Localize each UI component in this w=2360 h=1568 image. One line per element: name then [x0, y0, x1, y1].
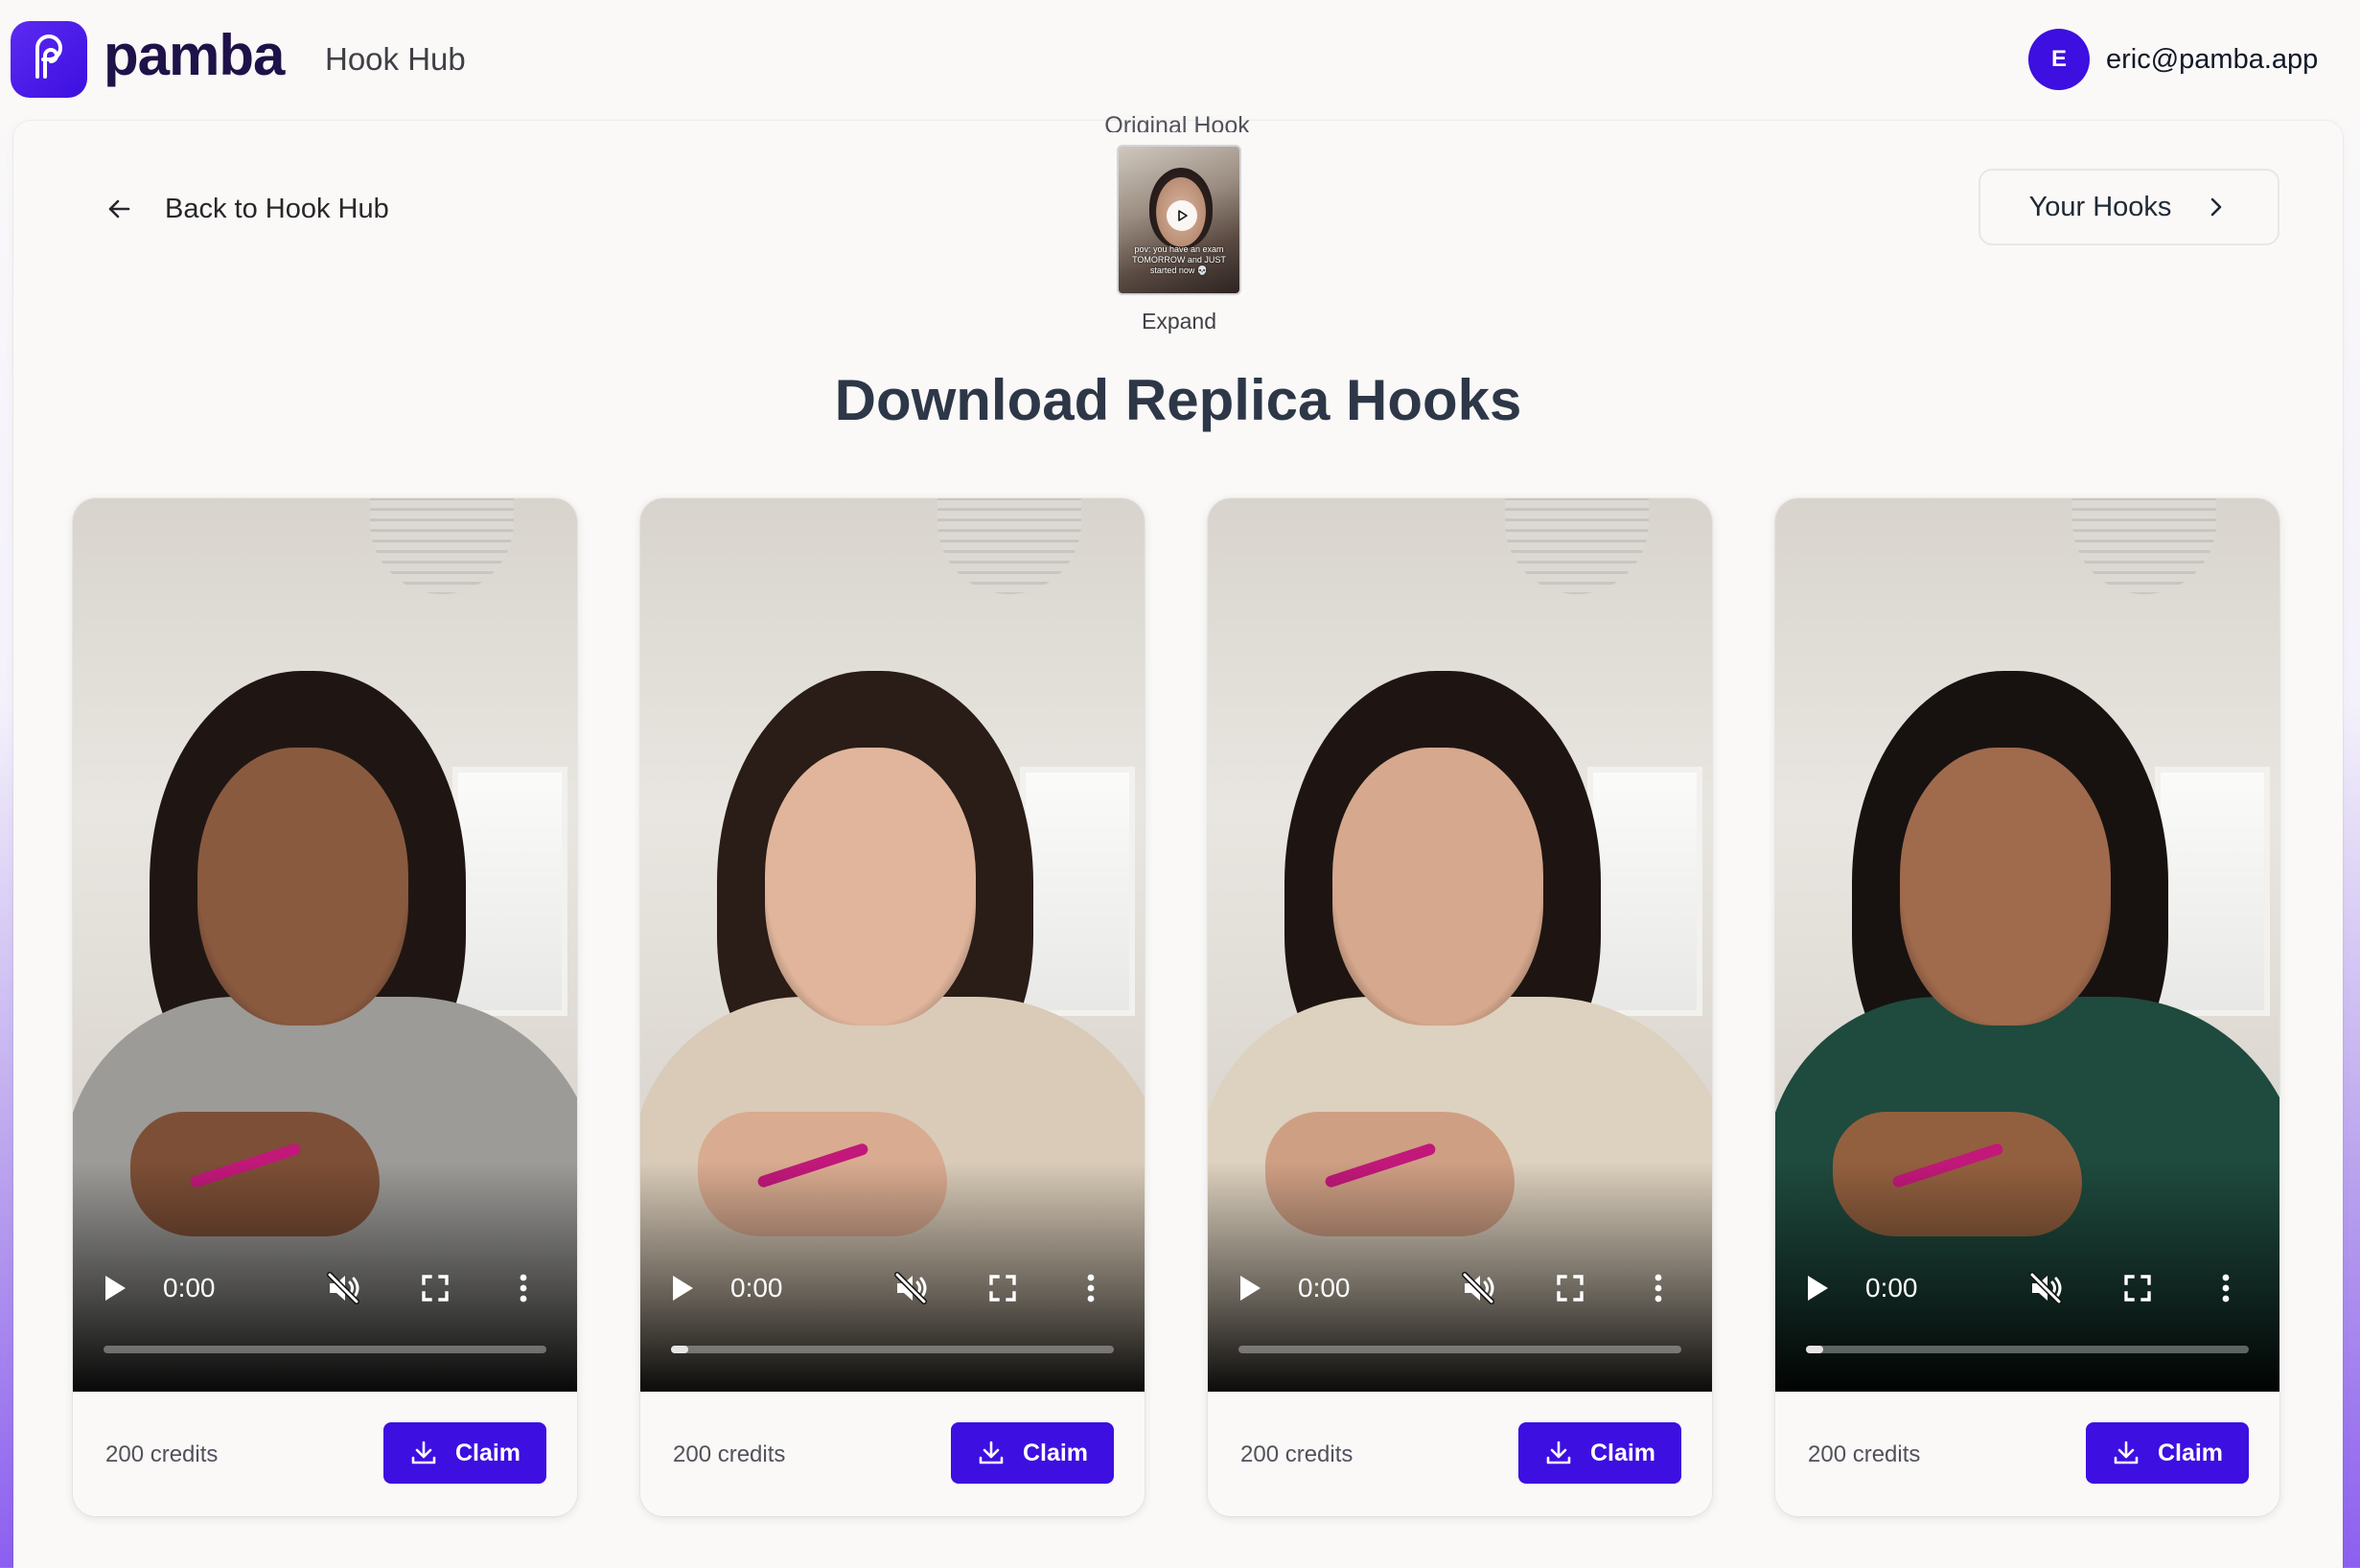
- more-vertical-icon[interactable]: [514, 1269, 533, 1307]
- card-footer: 200 credits Claim: [1775, 1392, 2279, 1516]
- claim-button[interactable]: Claim: [383, 1422, 546, 1484]
- credits-label: 200 credits: [105, 1441, 219, 1467]
- hook-video[interactable]: 0:00: [640, 498, 1145, 1392]
- play-icon[interactable]: [665, 1271, 700, 1305]
- claim-label: Claim: [454, 1439, 521, 1466]
- play-icon[interactable]: [1167, 200, 1197, 231]
- video-frame-window: [2155, 767, 2270, 1016]
- expand-link[interactable]: Expand: [1083, 307, 1275, 335]
- your-hooks-label: Your Hooks: [2028, 191, 2172, 222]
- credits-label: 200 credits: [1240, 1441, 1354, 1467]
- claim-label: Claim: [1022, 1439, 1089, 1466]
- volume-mute-icon[interactable]: [1459, 1269, 1497, 1307]
- video-progress-bar[interactable]: [1238, 1346, 1681, 1353]
- volume-mute-icon[interactable]: [891, 1269, 930, 1307]
- download-icon: [1546, 1441, 1571, 1464]
- card-footer: 200 credits Claim: [1208, 1392, 1712, 1516]
- video-frame-window: [1020, 767, 1135, 1016]
- page-title: Download Replica Hooks: [834, 368, 1522, 432]
- credits-label: 200 credits: [1808, 1441, 1921, 1467]
- video-time: 0:00: [163, 1273, 216, 1303]
- top-bar: pamba Hook Hub E eric@pamba.app: [0, 0, 2360, 121]
- download-icon: [979, 1441, 1004, 1464]
- fullscreen-icon[interactable]: [985, 1271, 1020, 1305]
- play-icon[interactable]: [1800, 1271, 1835, 1305]
- your-hooks-button[interactable]: Your Hooks: [1978, 169, 2279, 245]
- hook-card: 0:00 200 credits Claim: [73, 498, 577, 1516]
- hook-card: 0:00 200 credits Claim: [1208, 498, 1712, 1516]
- fullscreen-icon[interactable]: [2120, 1271, 2155, 1305]
- more-vertical-icon[interactable]: [1649, 1269, 1668, 1307]
- video-frame-face: [1900, 748, 2111, 1026]
- video-frame-face: [765, 748, 976, 1026]
- arrow-left-icon: [108, 199, 130, 219]
- download-icon: [411, 1441, 436, 1464]
- hook-video[interactable]: 0:00: [1208, 498, 1712, 1392]
- play-icon[interactable]: [1233, 1271, 1267, 1305]
- original-hook-caption: pov: you have an exam TOMORROW and JUST …: [1132, 244, 1226, 275]
- hook-video[interactable]: 0:00: [73, 498, 577, 1392]
- claim-label: Claim: [1589, 1439, 1656, 1466]
- video-time: 0:00: [730, 1273, 783, 1303]
- hook-card: 0:00 200 credits Claim: [640, 498, 1145, 1516]
- avatar[interactable]: E: [2028, 29, 2090, 90]
- chevron-right-icon: [2211, 197, 2222, 217]
- download-icon: [2114, 1441, 2139, 1464]
- claim-button[interactable]: Claim: [1518, 1422, 1681, 1484]
- pamba-logo-icon[interactable]: [11, 21, 87, 98]
- video-time: 0:00: [1298, 1273, 1351, 1303]
- video-frame-face: [197, 748, 408, 1026]
- video-frame-window: [1587, 767, 1702, 1016]
- credits-label: 200 credits: [673, 1441, 786, 1467]
- card-footer: 200 credits Claim: [640, 1392, 1145, 1516]
- brand-name[interactable]: pamba: [104, 21, 285, 90]
- user-email[interactable]: eric@pamba.app: [2106, 40, 2318, 79]
- video-progress-fill: [1806, 1346, 1824, 1353]
- claim-button[interactable]: Claim: [951, 1422, 1114, 1484]
- video-time: 0:00: [1865, 1273, 1918, 1303]
- video-frame-face: [1332, 748, 1543, 1026]
- more-vertical-icon[interactable]: [1081, 1269, 1100, 1307]
- volume-mute-icon[interactable]: [2026, 1269, 2065, 1307]
- video-progress-fill: [671, 1346, 689, 1353]
- more-vertical-icon[interactable]: [2216, 1269, 2235, 1307]
- back-link-label: Back to Hook Hub: [165, 194, 389, 224]
- fullscreen-icon[interactable]: [418, 1271, 452, 1305]
- video-frame-window: [452, 767, 567, 1016]
- main-panel: Back to Hook Hub Original Hook pov: you …: [13, 112, 2343, 1568]
- back-to-hook-hub-link[interactable]: Back to Hook Hub: [104, 190, 389, 228]
- nav-hook-hub[interactable]: Hook Hub: [325, 38, 466, 81]
- video-progress-bar[interactable]: [104, 1346, 546, 1353]
- original-hook-label: Original Hook: [1104, 112, 1250, 132]
- video-progress-bar[interactable]: [1806, 1346, 2249, 1353]
- claim-button[interactable]: Claim: [2086, 1422, 2249, 1484]
- card-footer: 200 credits Claim: [73, 1392, 577, 1516]
- play-icon[interactable]: [98, 1271, 132, 1305]
- original-hook-thumbnail[interactable]: pov: you have an exam TOMORROW and JUST …: [1117, 145, 1241, 295]
- hook-video[interactable]: 0:00: [1775, 498, 2279, 1392]
- video-progress-bar[interactable]: [671, 1346, 1114, 1353]
- claim-label: Claim: [2157, 1439, 2224, 1466]
- volume-mute-icon[interactable]: [324, 1269, 362, 1307]
- hook-card: 0:00 200 credits Claim: [1775, 498, 2279, 1516]
- fullscreen-icon[interactable]: [1553, 1271, 1587, 1305]
